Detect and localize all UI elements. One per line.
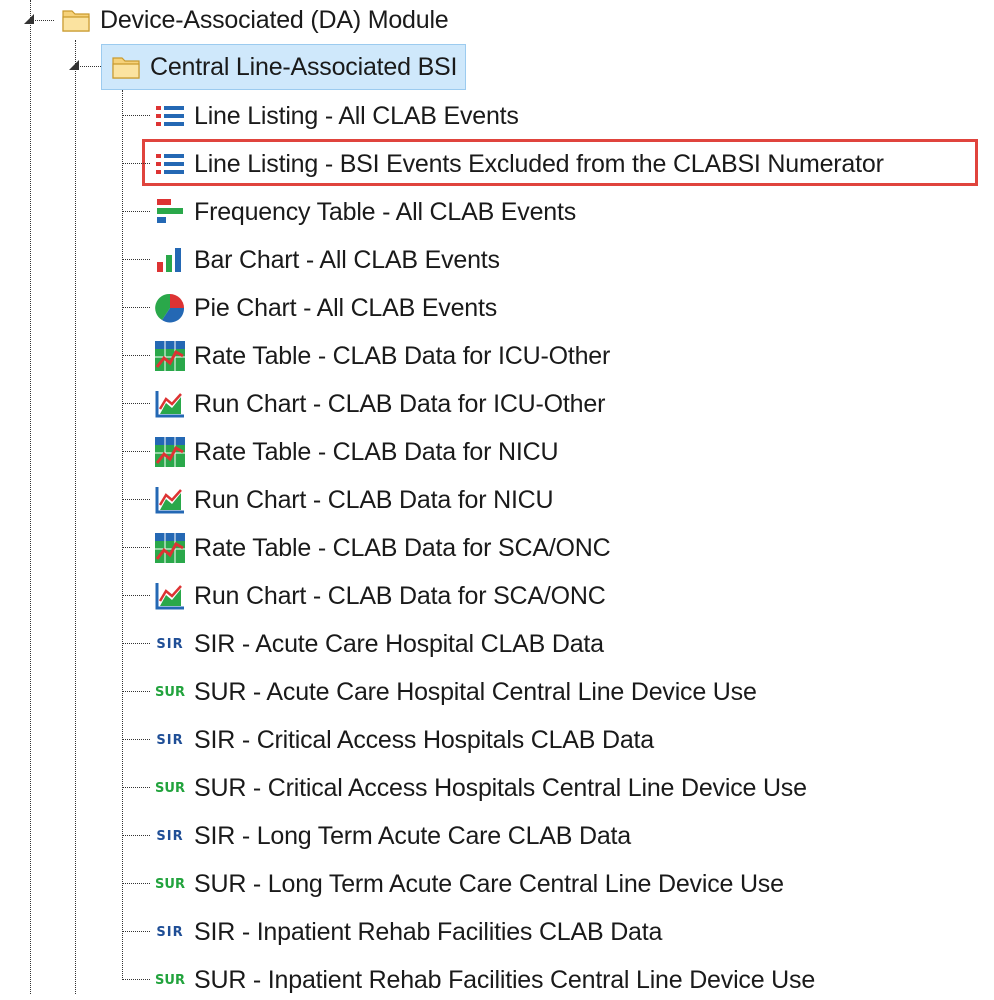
report-item[interactable]: Frequency Table - All CLAB Events: [152, 192, 576, 232]
tree-connector: [122, 211, 150, 212]
sir-tag: SIR: [156, 732, 184, 748]
tree-connector: [122, 691, 150, 692]
tree-connector: [122, 883, 150, 884]
sir-tag: SIR: [156, 636, 184, 652]
sir-tag: SIR: [156, 924, 184, 940]
report-item-label: SUR - Long Term Acute Care Central Line …: [194, 869, 784, 898]
tree-connector: [122, 115, 150, 116]
report-item[interactable]: Line Listing - All CLAB Events: [152, 96, 519, 136]
report-item-label: Line Listing - BSI Events Excluded from …: [194, 149, 884, 178]
tree-node-module[interactable]: Device-Associated (DA) Module: [58, 0, 449, 40]
sur-icon: SUR: [152, 674, 188, 710]
report-item-label: Pie Chart - All CLAB Events: [194, 293, 498, 322]
report-item-label: SIR - Long Term Acute Care CLAB Data: [194, 821, 631, 850]
report-item[interactable]: Run Chart - CLAB Data for ICU-Other: [152, 384, 605, 424]
tree-connector: [122, 835, 150, 836]
tree-connector: [122, 403, 150, 404]
tree-connector: [122, 595, 150, 596]
report-item-label: Frequency Table - All CLAB Events: [194, 197, 577, 226]
tree-connector: [122, 643, 150, 644]
run-chart-icon: [152, 578, 188, 614]
sur-icon: SUR: [152, 866, 188, 902]
module-label: Device-Associated (DA) Module: [100, 5, 449, 34]
sir-icon: SIR: [152, 914, 188, 950]
tree-connector: [122, 547, 150, 548]
report-item-label: SIR - Critical Access Hospitals CLAB Dat…: [194, 725, 655, 754]
sir-icon: SIR: [152, 626, 188, 662]
tree-connector: [122, 499, 150, 500]
tree-connector: [122, 451, 150, 452]
report-item[interactable]: SUR SUR - Inpatient Rehab Facilities Cent…: [152, 960, 815, 1000]
report-item-label: Rate Table - CLAB Data for SCA/ONC: [194, 533, 611, 562]
pie-chart-icon: [152, 290, 188, 326]
report-item[interactable]: SUR SUR - Acute Care Hospital Central Lin…: [152, 672, 757, 712]
folder-open-icon: [108, 49, 144, 85]
report-item[interactable]: SIR SIR - Long Term Acute Care CLAB Data: [152, 816, 631, 856]
report-item[interactable]: SIR SIR - Critical Access Hospitals CLAB …: [152, 720, 654, 760]
report-item-label: Rate Table - CLAB Data for ICU-Other: [194, 341, 611, 370]
folder-icon: [58, 2, 94, 38]
sur-tag: SUR: [155, 780, 185, 796]
tree-connector: [122, 739, 150, 740]
rate-table-icon: [152, 338, 188, 374]
report-item-label: SIR - Acute Care Hospital CLAB Data: [194, 629, 604, 658]
report-item-label: SUR - Inpatient Rehab Facilities Central…: [194, 965, 816, 994]
tree-node-category[interactable]: Central Line-Associated BSI: [101, 44, 467, 90]
sur-tag: SUR: [155, 972, 185, 988]
report-item[interactable]: Run Chart - CLAB Data for SCA/ONC: [152, 576, 606, 616]
report-item[interactable]: Rate Table - CLAB Data for NICU: [152, 432, 559, 472]
report-item-label: Rate Table - CLAB Data for NICU: [194, 437, 559, 466]
tree-connector: [122, 979, 150, 980]
tree-connector: [122, 787, 150, 788]
report-item[interactable]: SIR SIR - Inpatient Rehab Facilities CLAB…: [152, 912, 662, 952]
report-item[interactable]: Pie Chart - All CLAB Events: [152, 288, 497, 328]
line-listing-icon: [152, 146, 188, 182]
run-chart-icon: [152, 482, 188, 518]
tree-connector: [122, 355, 150, 356]
report-item[interactable]: SUR SUR - Critical Access Hospitals Centr…: [152, 768, 807, 808]
report-item-label: SIR - Inpatient Rehab Facilities CLAB Da…: [194, 917, 663, 946]
sur-icon: SUR: [152, 770, 188, 806]
sir-icon: SIR: [152, 818, 188, 854]
category-label: Central Line-Associated BSI: [150, 52, 458, 81]
tree-guide-line: [122, 90, 123, 980]
rate-table-icon: [152, 530, 188, 566]
report-item-label: Line Listing - All CLAB Events: [194, 101, 519, 130]
bar-chart-icon: [152, 242, 188, 278]
report-item-label: Bar Chart - All CLAB Events: [194, 245, 500, 274]
report-item[interactable]: Run Chart - CLAB Data for NICU: [152, 480, 554, 520]
tree-guide-line: [75, 40, 76, 994]
report-item[interactable]: Line Listing - BSI Events Excluded from …: [152, 144, 884, 184]
sur-tag: SUR: [155, 684, 185, 700]
report-item[interactable]: SIR SIR - Acute Care Hospital CLAB Data: [152, 624, 604, 664]
report-tree: Device-Associated (DA) Module Central Li…: [0, 0, 994, 994]
rate-table-icon: [152, 434, 188, 470]
tree-connector: [122, 307, 150, 308]
run-chart-icon: [152, 386, 188, 422]
sir-tag: SIR: [156, 828, 184, 844]
report-item-label: Run Chart - CLAB Data for NICU: [194, 485, 554, 514]
report-item-label: Run Chart - CLAB Data for ICU-Other: [194, 389, 606, 418]
report-item-label: Run Chart - CLAB Data for SCA/ONC: [194, 581, 606, 610]
report-item[interactable]: Bar Chart - All CLAB Events: [152, 240, 500, 280]
frequency-table-icon: [152, 194, 188, 230]
report-item[interactable]: Rate Table - CLAB Data for ICU-Other: [152, 336, 610, 376]
report-item[interactable]: Rate Table - CLAB Data for SCA/ONC: [152, 528, 611, 568]
sir-icon: SIR: [152, 722, 188, 758]
report-item[interactable]: SUR SUR - Long Term Acute Care Central Li…: [152, 864, 784, 904]
tree-connector: [122, 163, 150, 164]
tree-connector: [122, 259, 150, 260]
sur-tag: SUR: [155, 876, 185, 892]
sur-icon: SUR: [152, 962, 188, 998]
tree-connector: [122, 931, 150, 932]
tree-guide-line: [30, 0, 31, 994]
report-item-label: SUR - Critical Access Hospitals Central …: [194, 773, 807, 802]
line-listing-icon: [152, 98, 188, 134]
report-item-label: SUR - Acute Care Hospital Central Line D…: [194, 677, 757, 706]
